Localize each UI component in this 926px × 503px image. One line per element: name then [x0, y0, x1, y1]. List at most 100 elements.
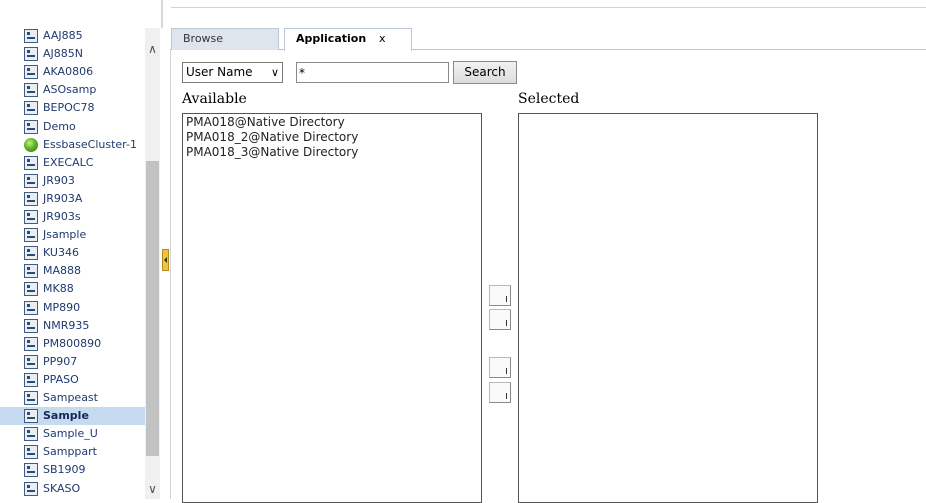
tree-item-label: AKA0806: [43, 65, 94, 78]
application-icon: [24, 101, 38, 115]
tree-item-label: EXECALC: [43, 156, 94, 169]
tree-item-label: MP890: [43, 301, 81, 314]
tab-application-label: Application: [296, 32, 367, 45]
tree-item-jr903s[interactable]: JR903s: [0, 208, 145, 226]
search-input[interactable]: [296, 62, 449, 83]
application-icon: [24, 337, 38, 351]
tree-item-execalc[interactable]: EXECALC: [0, 154, 145, 172]
tree-item-pp907[interactable]: PP907: [0, 353, 145, 371]
tree-item-skaso[interactable]: SKASO: [0, 480, 145, 498]
tree-item-nmr935[interactable]: NMR935: [0, 317, 145, 335]
chevron-down-icon: ∨: [270, 66, 279, 79]
tree-item-bepoc78[interactable]: BEPOC78: [0, 99, 145, 117]
tree-item-jsample[interactable]: Jsample: [0, 226, 145, 244]
tree-item-label: Samppart: [43, 445, 97, 458]
collapse-panel-handle[interactable]: [162, 249, 169, 271]
tree-item-jr903a[interactable]: JR903A: [0, 190, 145, 208]
tree-item-label: SB1909: [43, 463, 86, 476]
move-right-button[interactable]: [489, 285, 511, 306]
tree-item-label: PP907: [43, 355, 78, 368]
tree-item-label: Sampeast: [43, 391, 98, 404]
application-icon: [24, 120, 38, 134]
available-list[interactable]: PMA018@Native Directory PMA018_2@Native …: [182, 113, 482, 503]
application-icon: [24, 373, 38, 387]
tree-item-label: MA888: [43, 264, 82, 277]
tab-browse[interactable]: Browse: [171, 28, 279, 50]
move-all-right-button[interactable]: [489, 309, 511, 330]
tree-item-label: BEPOC78: [43, 101, 95, 114]
tree-item-label: Jsample: [43, 228, 87, 241]
search-button[interactable]: Search: [453, 61, 517, 84]
tree-item-sample-u[interactable]: Sample_U: [0, 425, 145, 443]
scrollbar-thumb[interactable]: [146, 161, 159, 456]
tree-item-mp890[interactable]: MP890: [0, 299, 145, 317]
chevron-down-icon[interactable]: ∨: [145, 480, 160, 498]
application-icon: [24, 192, 38, 206]
tree-scrollbar[interactable]: ∧ ∨: [145, 28, 160, 499]
tree-item-label: EssbaseCluster-1: [43, 138, 137, 151]
tab-browse-label: Browse: [183, 32, 224, 45]
search-type-value: User Name: [186, 65, 253, 79]
move-all-left-button[interactable]: [489, 382, 511, 403]
application-icon: [24, 391, 38, 405]
list-item[interactable]: PMA018@Native Directory: [183, 115, 481, 130]
tree-item-ku346[interactable]: KU346: [0, 244, 145, 262]
application-icon: [24, 409, 38, 423]
tree-item-demo[interactable]: Demo: [0, 118, 145, 136]
tree-item-label: JR903s: [43, 210, 81, 223]
tree-item-label: JR903: [43, 174, 75, 187]
application-icon: [24, 29, 38, 43]
chevron-up-icon[interactable]: ∧: [145, 40, 160, 58]
tree-item-label: Sample: [43, 409, 89, 422]
close-tab-icon[interactable]: x: [379, 29, 386, 49]
tree-item-pm800890[interactable]: PM800890: [0, 335, 145, 353]
application-icon: [24, 482, 38, 496]
tree-item-label: NMR935: [43, 319, 90, 332]
list-item[interactable]: PMA018_3@Native Directory: [183, 145, 481, 160]
list-item[interactable]: PMA018_2@Native Directory: [183, 130, 481, 145]
application-icon: [24, 445, 38, 459]
tree-item-aaj885[interactable]: AAJ885: [0, 27, 145, 45]
header-divider: [171, 7, 926, 8]
tree-item-sb1909[interactable]: SB1909: [0, 461, 145, 479]
tree-item-essbasecluster-1[interactable]: EssbaseCluster-1: [0, 136, 145, 154]
tree-item-ppaso[interactable]: PPASO: [0, 371, 145, 389]
tree-item-label: AAJ885: [43, 29, 83, 42]
panel-divider: [162, 0, 163, 28]
tree-item-label: KU346: [43, 246, 79, 259]
application-icon: [24, 47, 38, 61]
application-tab-content: User Name ∨ Search Available Selected PM…: [170, 50, 926, 503]
tree-item-label: PM800890: [43, 337, 102, 350]
application-tree-panel: AAJ885 AJ885N AKA0806 ASOsamp BEPOC78 Demo Ess…: [0, 0, 162, 499]
tree-item-jr903[interactable]: JR903: [0, 172, 145, 190]
application-icon: [24, 228, 38, 242]
application-icon: [24, 319, 38, 333]
move-left-button[interactable]: [489, 357, 511, 378]
tree-item-label: ASOsamp: [43, 83, 97, 96]
selected-list[interactable]: [518, 113, 818, 503]
application-icon: [24, 282, 38, 296]
tree-item-label: Demo: [43, 120, 76, 133]
tree-item-aj885n[interactable]: AJ885N: [0, 45, 145, 63]
tree-item-label: Sample_U: [43, 427, 98, 440]
tree-item-label: AJ885N: [43, 47, 83, 60]
tree-item-ma888[interactable]: MA888: [0, 262, 145, 280]
tab-application[interactable]: Application x: [284, 28, 412, 51]
tree-item-sample[interactable]: Sample: [0, 407, 145, 425]
application-icon: [24, 246, 38, 260]
application-icon: [24, 427, 38, 441]
tree-item-asosamp[interactable]: ASOsamp: [0, 81, 145, 99]
available-heading: Available: [182, 91, 247, 107]
application-icon: [24, 65, 38, 79]
application-icon: [24, 83, 38, 97]
application-icon: [24, 156, 38, 170]
application-icon: [24, 355, 38, 369]
tree-item-sampeast[interactable]: Sampeast: [0, 389, 145, 407]
tree-item-aka0806[interactable]: AKA0806: [0, 63, 145, 81]
tree-item-label: PPASO: [43, 373, 79, 386]
search-type-select[interactable]: User Name ∨: [182, 62, 283, 83]
application-icon: [24, 463, 38, 477]
tree-item-mk88[interactable]: MK88: [0, 280, 145, 298]
tree-item-samppart[interactable]: Samppart: [0, 443, 145, 461]
application-icon: [24, 301, 38, 315]
